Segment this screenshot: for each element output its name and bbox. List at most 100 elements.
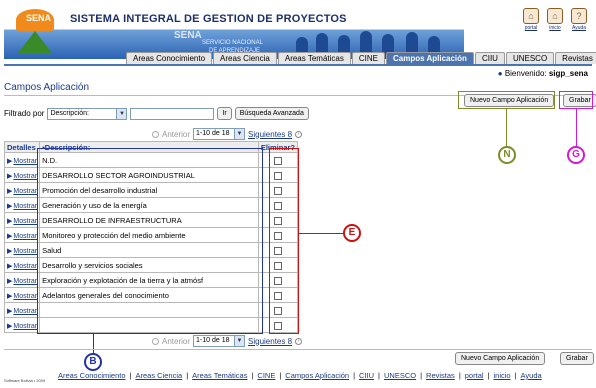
callout-line-b	[93, 334, 94, 354]
page-title: Campos Aplicación	[4, 82, 90, 93]
callout-b: B	[84, 353, 102, 371]
details-cell: ▶Mostrar	[3, 182, 41, 198]
show-details-link[interactable]: ▶Mostrar	[7, 173, 37, 180]
callout-g: G	[567, 146, 585, 164]
play-arrow-icon: ▶	[7, 322, 13, 330]
tab-underline	[4, 64, 592, 66]
filter-bar: Filtrado por Descripción: ▼ Ir Búsqueda …	[4, 107, 309, 120]
show-details-link[interactable]: ▶Mostrar	[7, 308, 37, 315]
org-name: SENA	[174, 30, 202, 41]
footer-link[interactable]: portal	[465, 371, 484, 380]
tab-campos-aplicacion[interactable]: Campos Aplicación	[385, 52, 474, 64]
top-link-portal[interactable]: ⌂ portal	[522, 8, 540, 31]
show-details-link[interactable]: ▶Mostrar	[7, 218, 37, 225]
details-cell: ▶Mostrar	[3, 212, 41, 228]
chevron-down-icon: ▼	[234, 129, 245, 139]
next-page-link-top[interactable]: Siguientes 8	[248, 130, 292, 139]
prev-page-label: Anterior	[162, 129, 191, 139]
prev-radio-icon	[152, 130, 159, 138]
tab-areas-conocimiento[interactable]: Areas Conocimiento	[126, 52, 213, 64]
show-details-link[interactable]: ▶Mostrar	[7, 188, 37, 195]
page-range-select-bottom[interactable]: 1-10 de 18 ▼	[193, 335, 246, 347]
tab-areas-ciencia[interactable]: Areas Ciencia	[213, 52, 277, 64]
advanced-search-button[interactable]: Búsqueda Avanzada	[234, 107, 309, 120]
sena-logo: SENA	[12, 9, 60, 55]
show-details-link[interactable]: ▶Mostrar	[7, 248, 37, 255]
footer-link[interactable]: CIIU	[359, 371, 374, 380]
tab-cine[interactable]: CINE	[351, 52, 385, 64]
callout-n: N	[498, 146, 516, 164]
new-campo-button-bottom[interactable]: Nuevo Campo Aplicación	[455, 352, 546, 365]
tab-revistas[interactable]: Revistas	[555, 52, 596, 64]
org-subtitle-1: SERVICIO NACIONAL	[202, 40, 263, 46]
callout-line-n	[506, 109, 507, 146]
details-cell: ▶Mostrar	[3, 317, 41, 333]
footer-link[interactable]: Areas Ciencia	[136, 371, 183, 380]
username: sigp_sena	[548, 69, 588, 78]
play-arrow-icon: ▶	[7, 157, 13, 165]
top-link-inicio[interactable]: ⌂ inicio	[546, 8, 564, 31]
play-arrow-icon: ▶	[7, 202, 13, 210]
filter-text-input[interactable]	[130, 107, 215, 120]
prev-radio-icon	[152, 337, 159, 345]
play-arrow-icon: ▶	[7, 262, 13, 270]
play-arrow-icon: ▶	[7, 172, 13, 180]
callout-line-g	[576, 109, 577, 146]
tab-ciiu[interactable]: CIIU	[474, 52, 505, 64]
play-arrow-icon: ▶	[7, 292, 13, 300]
top-links: ⌂ portal ⌂ inicio ? Ayuda	[522, 8, 588, 31]
footer-link[interactable]: inicio	[493, 371, 510, 380]
tab-unesco[interactable]: UNESCO	[505, 52, 555, 64]
footer-separator: |	[129, 371, 132, 380]
pager-bottom: Anterior 1-10 de 18 ▼ Siguientes 8 ›	[152, 335, 303, 347]
details-cell: ▶Mostrar	[3, 242, 41, 258]
footer-links: Areas Conocimiento | Areas Ciencia | Areas T…	[58, 371, 542, 380]
show-details-link[interactable]: ▶Mostrar	[7, 263, 37, 270]
chevron-down-icon: ▼	[116, 108, 127, 119]
details-cell: ▶Mostrar	[3, 227, 41, 243]
footer-link[interactable]: UNESCO	[384, 371, 416, 380]
show-details-link[interactable]: ▶Mostrar	[7, 158, 37, 165]
page-range-select-top[interactable]: 1-10 de 18 ▼	[193, 128, 246, 140]
callout-box-n	[458, 91, 555, 109]
footer-separator: |	[279, 371, 282, 380]
show-details-link[interactable]: ▶Mostrar	[7, 323, 37, 330]
footer-separator: |	[420, 371, 423, 380]
callout-box-g	[559, 91, 593, 109]
play-arrow-icon: ▶	[7, 217, 13, 225]
callout-box-e	[269, 148, 299, 334]
footer-separator: |	[378, 371, 380, 380]
chevron-down-icon: ▼	[234, 336, 245, 346]
save-button-bottom[interactable]: Grabar	[560, 352, 594, 365]
show-details-link[interactable]: ▶Mostrar	[7, 233, 37, 240]
home-icon: ⌂	[523, 8, 539, 24]
footer-separator: |	[487, 371, 490, 380]
show-details-link[interactable]: ▶Mostrar	[7, 203, 37, 210]
show-details-link[interactable]: ▶Mostrar	[7, 293, 37, 300]
show-details-link[interactable]: ▶Mostrar	[7, 278, 37, 285]
main-tabs: Areas Conocimiento Areas Ciencia Areas T…	[126, 52, 596, 64]
footer-link[interactable]: Revistas	[426, 371, 455, 380]
next-arrow-icon[interactable]: ›	[295, 337, 303, 345]
copyright-text: Software Bolivia • 2009	[4, 378, 46, 383]
filter-field-select[interactable]: Descripción: ▼	[47, 107, 128, 120]
footer-link[interactable]: Areas Conocimiento	[58, 371, 126, 380]
top-link-ayuda[interactable]: ? Ayuda	[570, 8, 588, 31]
header-details: Detalles	[3, 141, 41, 153]
play-arrow-icon: ▶	[7, 277, 13, 285]
bottom-divider	[4, 349, 592, 350]
callout-box-b	[37, 148, 263, 334]
footer-link[interactable]: Areas Temáticas	[192, 371, 247, 380]
footer-link[interactable]: CINE	[257, 371, 275, 380]
play-arrow-icon: ▶	[7, 187, 13, 195]
next-page-link-bottom[interactable]: Siguientes 8	[248, 337, 292, 346]
footer-link[interactable]: Campos Aplicación	[285, 371, 349, 380]
tab-areas-tematicas[interactable]: Areas Temáticas	[277, 52, 351, 64]
details-cell: ▶Mostrar	[3, 272, 41, 288]
footer-separator: |	[251, 371, 254, 380]
next-arrow-icon[interactable]: ›	[295, 130, 303, 138]
header-banner: SENA SISTEMA INTEGRAL DE GESTION DE PROY…	[4, 3, 464, 59]
footer-link[interactable]: Ayuda	[521, 371, 542, 380]
details-cell: ▶Mostrar	[3, 152, 41, 168]
go-button[interactable]: Ir	[217, 107, 232, 120]
